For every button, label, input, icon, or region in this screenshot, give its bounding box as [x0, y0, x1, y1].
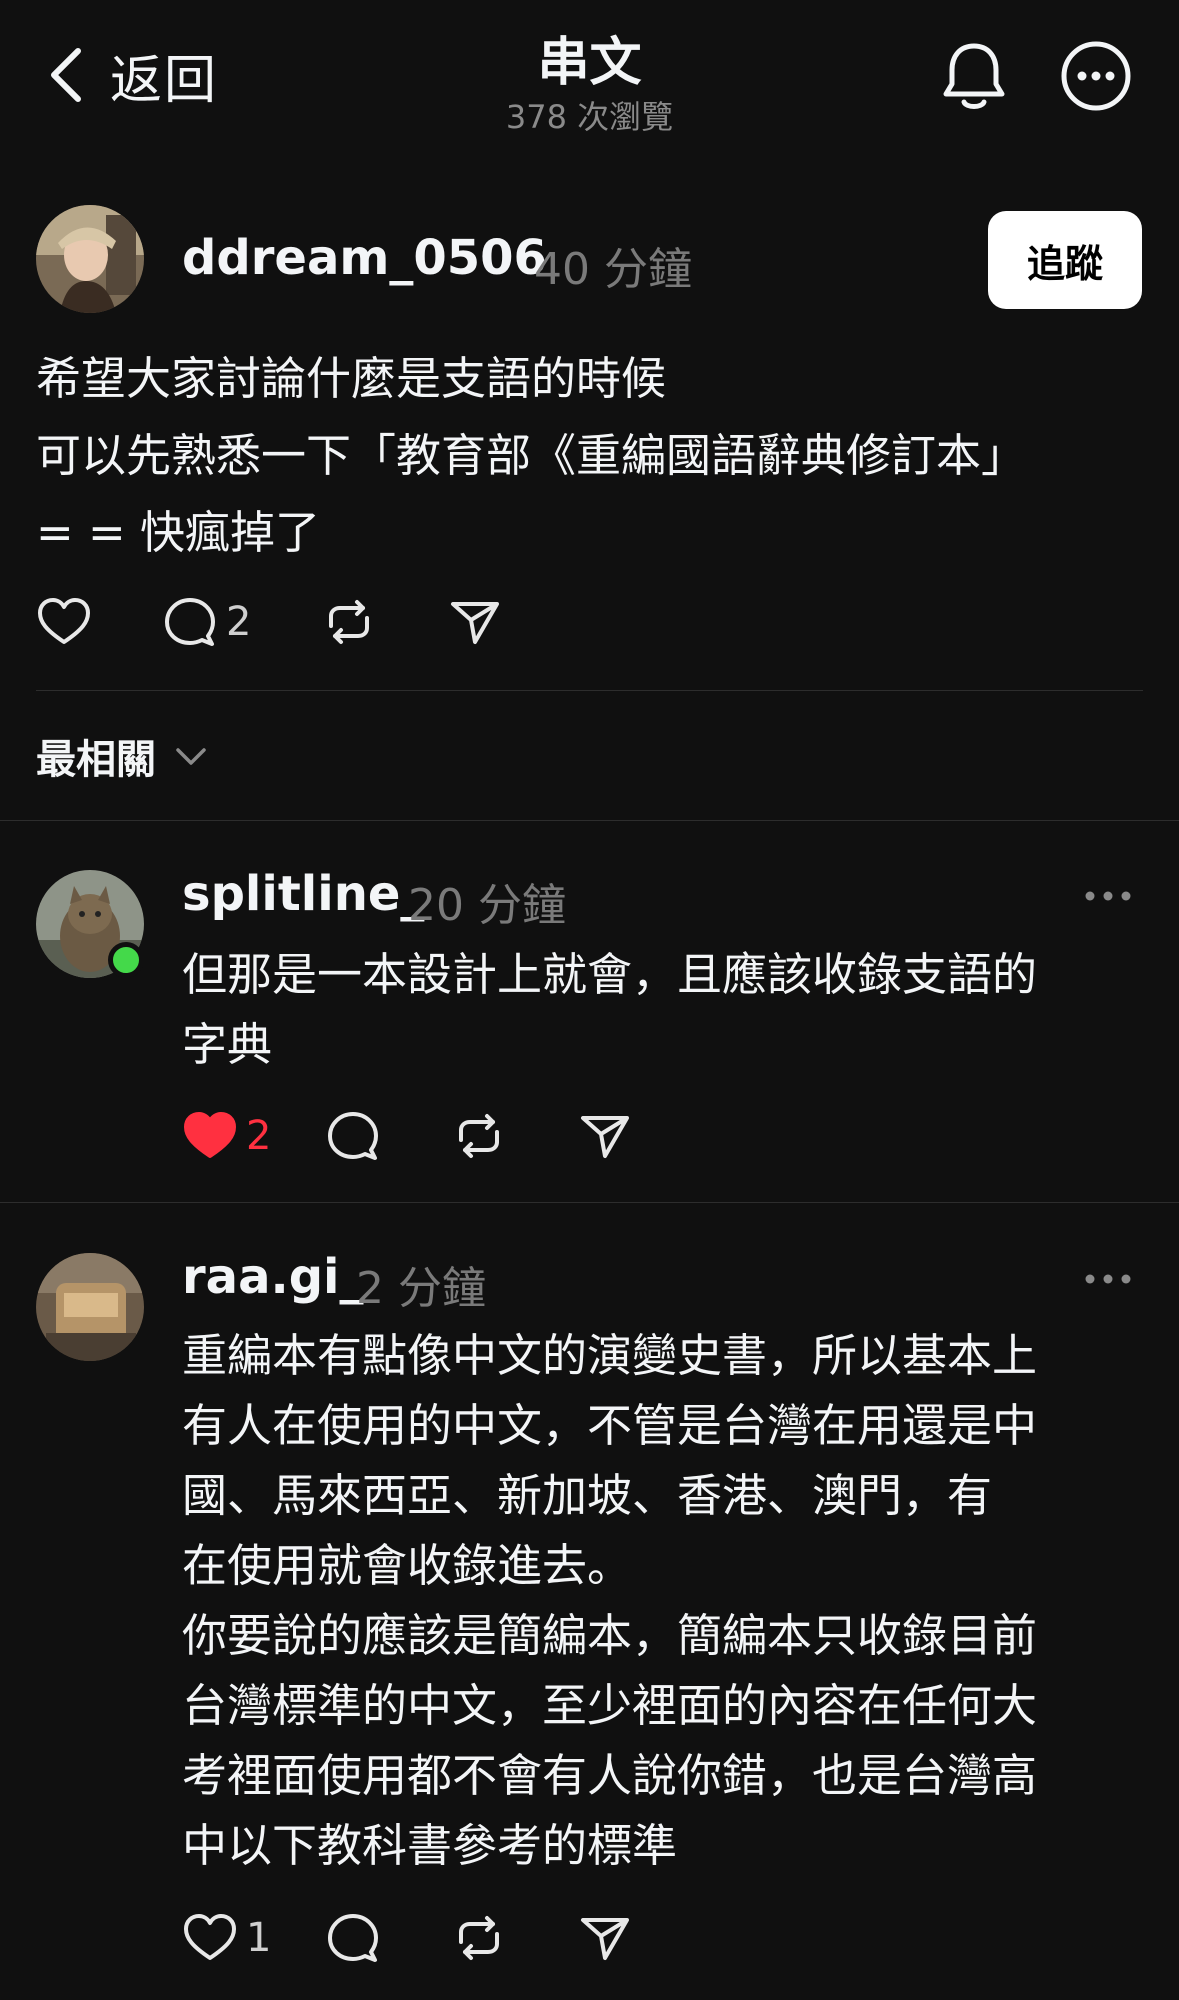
like-count: 1: [246, 1915, 272, 1961]
post-line: 希望大家討論什麼是支語的時候: [36, 352, 667, 405]
repost-icon: [451, 1108, 507, 1164]
top-bar: 返回 串文 378 次瀏覽: [0, 0, 1179, 170]
comment-icon: [162, 594, 218, 650]
reply-line: 台灣標準的中文，至少裡面的內容在任何大: [182, 1679, 1038, 1732]
heart-filled-icon: [182, 1108, 238, 1164]
repost-button[interactable]: [451, 1910, 507, 1966]
reply-actions: 2: [182, 1106, 633, 1166]
repost-icon: [321, 594, 377, 650]
reply-line: 有人在使用的中文，不管是台灣在用還是中: [182, 1399, 1038, 1452]
comment-icon: [325, 1910, 381, 1966]
online-status-indicator: [108, 942, 144, 978]
reply-line: 字典: [182, 1018, 273, 1071]
reply-time: 20 分鐘: [408, 880, 566, 931]
avatar[interactable]: [36, 1253, 144, 1361]
heart-icon: [36, 594, 92, 650]
divider: [0, 820, 1179, 821]
post-line: 可以先熟悉一下「教育部《重編國語辭典修訂本」: [36, 429, 1027, 482]
repost-button[interactable]: [321, 594, 377, 650]
reply-line: 在使用就會收錄進去。: [182, 1539, 633, 1592]
sort-label: 最相關: [36, 737, 156, 783]
reply-username[interactable]: splitline_: [182, 866, 424, 922]
post-actions: 2: [36, 592, 503, 652]
repost-button[interactable]: [451, 1108, 507, 1164]
reply-line: 但那是一本設計上就會，且應該收錄支語的: [182, 948, 1038, 1001]
reply-line: 重編本有點像中文的演變史書，所以基本上: [182, 1329, 1038, 1382]
comment-button[interactable]: [325, 1910, 381, 1966]
send-icon: [577, 1910, 633, 1966]
like-count: 2: [246, 1113, 272, 1159]
comment-count: 2: [226, 599, 252, 645]
comment-button[interactable]: 2: [162, 594, 251, 650]
like-button[interactable]: [36, 594, 92, 650]
like-button[interactable]: 2: [182, 1108, 271, 1164]
comment-button[interactable]: [325, 1108, 381, 1164]
like-button[interactable]: 1: [182, 1910, 271, 1966]
follow-button[interactable]: 追蹤: [988, 211, 1142, 309]
heart-icon: [182, 1910, 238, 1966]
chevron-down-icon: [174, 739, 208, 773]
reply-username[interactable]: raa.gi_: [182, 1249, 364, 1305]
reply-body: 但那是一本設計上就會，且應該收錄支語的 字典: [182, 940, 1037, 1080]
divider: [0, 1202, 1179, 1203]
send-icon: [447, 594, 503, 650]
share-button[interactable]: [577, 1910, 633, 1966]
post-body: 希望大家討論什麼是支語的時候 可以先熟悉一下「教育部《重編國語辭典修訂本」 = …: [36, 340, 1156, 571]
post-username[interactable]: ddream_0506: [182, 230, 547, 286]
share-button[interactable]: [577, 1108, 633, 1164]
reply-line: 國、馬來西亞、新加坡、香港、澳門，有: [182, 1469, 993, 1522]
reply-line: 你要說的應該是簡編本，簡編本只收錄目前: [182, 1609, 1038, 1662]
post-time: 40 分鐘: [534, 244, 692, 295]
bell-icon[interactable]: [940, 40, 1008, 112]
more-circle-icon[interactable]: [1060, 40, 1132, 112]
reply-line: 考裡面使用都不會有人說你錯，也是台灣高: [182, 1749, 1038, 1802]
reply-line: 中以下教科書參考的標準: [182, 1819, 678, 1872]
divider: [36, 690, 1143, 691]
repost-icon: [451, 1910, 507, 1966]
send-icon: [577, 1108, 633, 1164]
reply-time: 2 分鐘: [356, 1263, 486, 1314]
sort-dropdown[interactable]: 最相關: [36, 728, 208, 784]
comment-icon: [325, 1108, 381, 1164]
more-options-icon[interactable]: [1082, 1269, 1134, 1289]
post-line: = = 快瘋掉了: [36, 506, 321, 559]
reply-body: 重編本有點像中文的演變史書，所以基本上 有人在使用的中文，不管是台灣在用還是中 …: [182, 1321, 1037, 1881]
share-button[interactable]: [447, 594, 503, 650]
avatar[interactable]: [36, 205, 144, 313]
reply-actions: 1: [182, 1908, 633, 1968]
more-options-icon[interactable]: [1082, 886, 1134, 906]
